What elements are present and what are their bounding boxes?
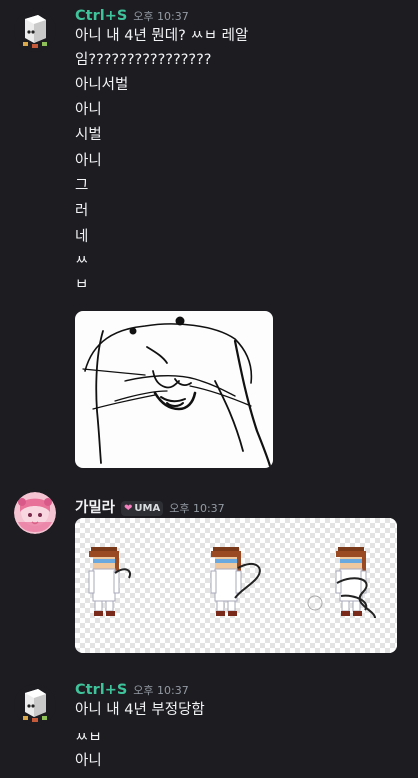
message-text: 네 <box>75 229 89 245</box>
timestamp[interactable]: 오후 10:37 <box>133 682 188 698</box>
message-text: 아니 <box>75 753 102 769</box>
message-group: Ctrl+S 오후 10:37 아니 내 4년 뭔데? ㅆㅂ 레알 임?????… <box>0 0 418 470</box>
message-text: 러 <box>75 203 89 219</box>
message-text: 아니 내 4년 부정당함 <box>75 702 205 718</box>
guild-tag-label: UMA <box>134 503 161 514</box>
avatar[interactable] <box>14 684 56 726</box>
heart-icon: ❤ <box>124 503 133 514</box>
cube-character-avatar-icon <box>14 684 56 726</box>
message-text: 아니 내 4년 뭔데? ㅆㅂ 레알 <box>75 28 249 44</box>
message-text: 임???????????????? <box>75 52 212 68</box>
avatar[interactable] <box>14 10 56 52</box>
pixel-sprite-image[interactable] <box>75 518 397 653</box>
message-text: 그 <box>75 178 89 194</box>
message-group: Ctrl+S 오후 10:37 아니 내 4년 부정당함 ㅆㅂ 아니 <box>0 672 418 778</box>
username[interactable]: 가밀라 <box>75 496 115 517</box>
timestamp[interactable]: 오후 10:37 <box>133 8 188 24</box>
message-text: ㅆㅂ <box>75 730 102 742</box>
message-text: 시벌 <box>75 127 102 143</box>
message-group: 가밀라 ❤ UMA 오후 10:37 <box>0 480 418 660</box>
username[interactable]: Ctrl+S <box>75 682 127 698</box>
cube-character-avatar-icon <box>14 10 56 52</box>
timestamp[interactable]: 오후 10:37 <box>169 500 224 516</box>
message-text: 아니 <box>75 102 102 118</box>
seal-sketch-image[interactable] <box>75 311 273 468</box>
pink-character-avatar-icon <box>14 492 56 534</box>
avatar[interactable] <box>14 492 56 534</box>
message-text: 아니 <box>75 153 102 169</box>
username[interactable]: Ctrl+S <box>75 8 127 24</box>
message-text: ㅂ <box>75 277 89 289</box>
guild-tag[interactable]: ❤ UMA <box>121 501 164 516</box>
pixel-character-sprites-icon <box>75 518 397 653</box>
message-text: 아니서벌 <box>75 77 129 93</box>
seal-drawing-icon <box>82 316 272 468</box>
message-text: ㅆ <box>75 253 89 269</box>
